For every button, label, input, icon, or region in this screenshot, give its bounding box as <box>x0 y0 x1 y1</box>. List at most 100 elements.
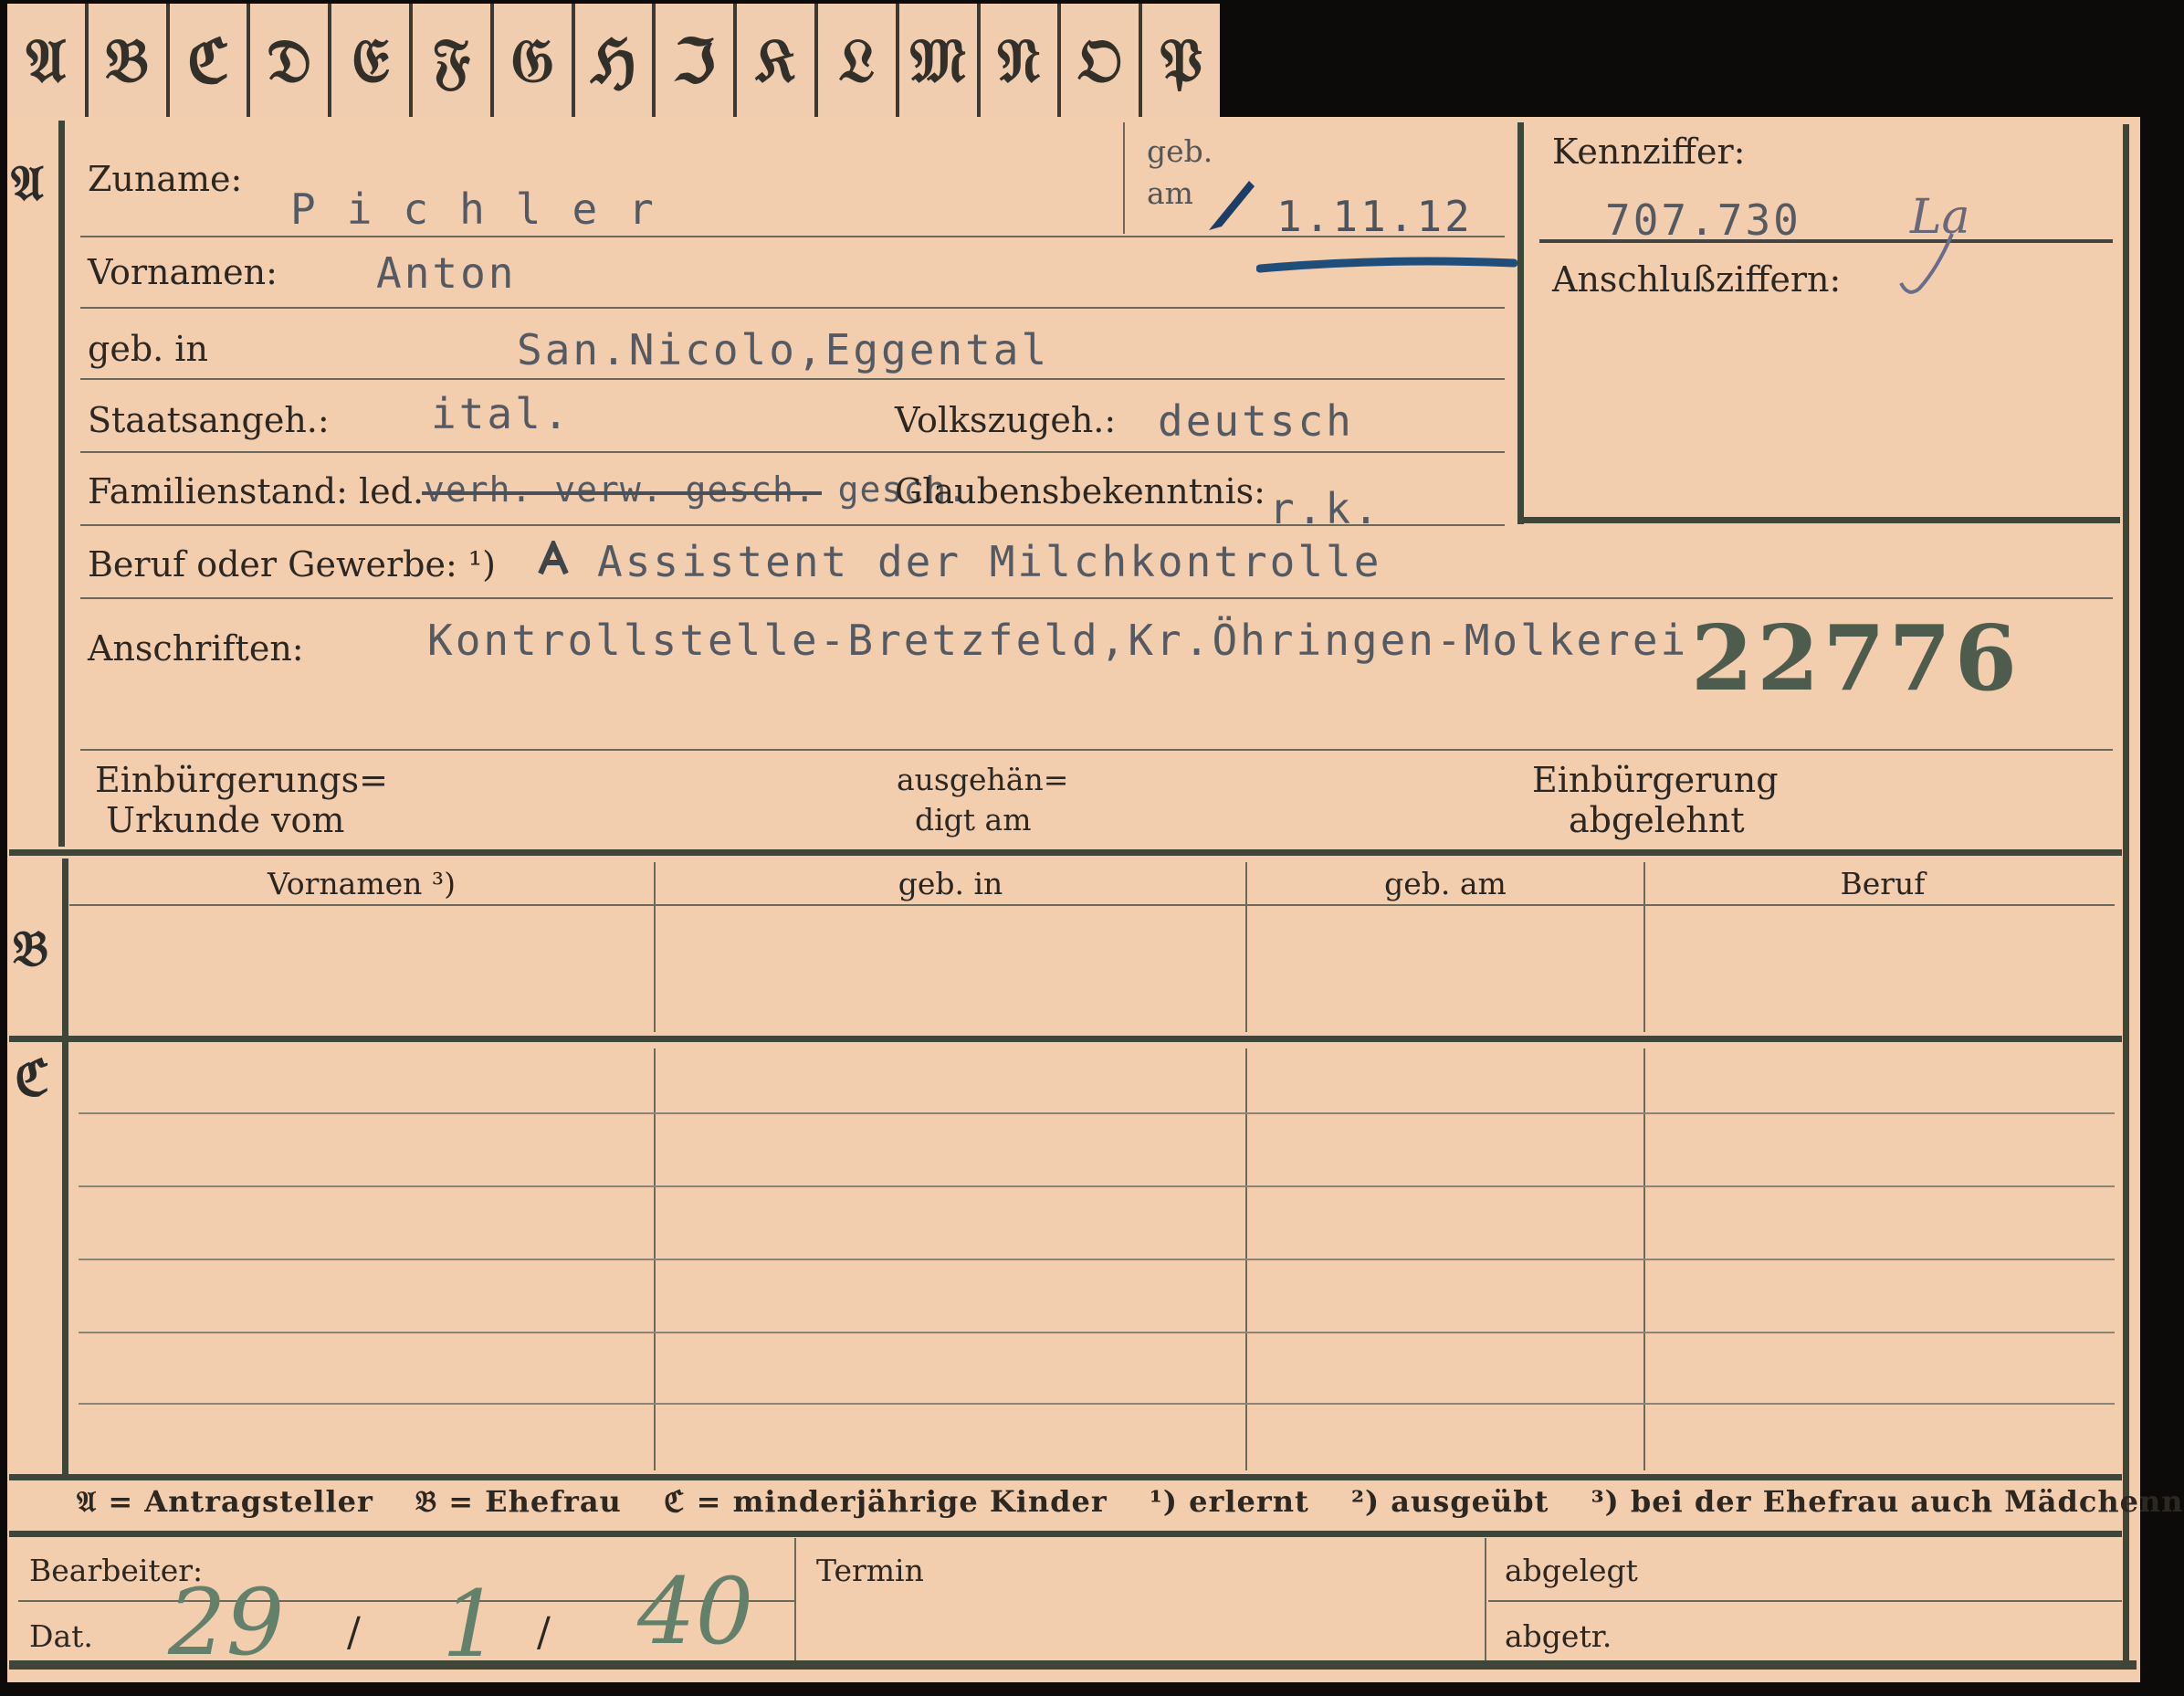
card-bottom-rule <box>9 1660 2137 1670</box>
section-a-bottom-rule <box>9 849 2122 856</box>
anschriften-value[interactable]: Kontrollstelle-Bretzfeld,Kr.Öhringen-Mol… <box>427 616 1688 665</box>
ausgehaendigt-label-1: ausgehän= <box>897 762 1069 797</box>
zuname-value[interactable]: Pichler <box>290 184 685 234</box>
tab-a[interactable]: 𝔄 <box>7 4 89 119</box>
stamp-number: 22776 <box>1691 606 2021 711</box>
dat-month[interactable]: 1 <box>442 1571 500 1678</box>
section-c-bottom-rule <box>9 1474 2122 1480</box>
tab-n[interactable]: 𝔑 <box>981 4 1062 119</box>
geb-am-value[interactable]: 1.11.12 <box>1276 192 1473 241</box>
rule-vornamen <box>80 307 1505 309</box>
volkszugeh-label: Volkszugeh.: <box>895 400 1117 440</box>
tab-f[interactable]: 𝔉 <box>413 4 494 119</box>
kennziffer-box-left <box>1517 122 1524 524</box>
dat-slash-1: / <box>347 1609 361 1656</box>
rule-staatsangeh <box>80 451 1505 453</box>
tab-g[interactable]: 𝔊 <box>494 4 575 119</box>
einb-abgelehnt-label-1: Einbürgerung <box>1532 760 1779 800</box>
section-b-letter: 𝔅 <box>13 919 48 977</box>
zuname-label: Zuname: <box>88 159 243 199</box>
einb-urkunde-label-2: Urkunde vom <box>106 800 345 840</box>
tab-i[interactable]: ℑ <box>656 4 738 119</box>
beruf-value[interactable]: Assistent der Milchkontrolle <box>597 537 1381 586</box>
tab-l[interactable]: 𝔏 <box>818 4 899 119</box>
geb-in-value[interactable]: San.Nicolo,Eggental <box>517 325 1049 374</box>
check-mark-icon <box>1899 233 1954 294</box>
section-c-row-rule-3 <box>79 1259 2115 1260</box>
legend-item-maedchenname: ³) bei der Ehefrau auch Mädchenname <box>1591 1484 2184 1519</box>
col-header-geb-am: geb. am <box>1384 866 1507 901</box>
dat-day[interactable]: 29 <box>168 1569 284 1676</box>
volkszugeh-value[interactable]: deutsch <box>1158 396 1354 446</box>
beruf-label: Beruf oder Gewerbe: ¹) <box>88 544 496 585</box>
glaubens-value[interactable]: r.k. <box>1269 484 1381 533</box>
tab-o[interactable]: 𝔒 <box>1061 4 1143 119</box>
tab-m[interactable]: 𝔐 <box>899 4 981 119</box>
abgelegt-label: abgelegt <box>1505 1553 1638 1588</box>
tab-c[interactable]: ℭ <box>170 4 251 119</box>
section-bc-left-rule <box>62 859 68 1478</box>
tab-h[interactable]: ℌ <box>575 4 656 119</box>
geb-am-label-2: am <box>1147 175 1193 211</box>
registration-card: 𝔄 𝔅 ℭ 𝔇 𝔈 𝔉 𝔊 ℌ ℑ 𝔎 𝔏 𝔐 𝔑 𝔒 𝔓 𝔄 𝔅 ℭ Zuna… <box>0 0 2184 1696</box>
footer-col-rule-1 <box>794 1538 796 1660</box>
legend-item-erlernt: ¹) erlernt <box>1149 1484 1309 1519</box>
rule-geb-in <box>80 378 1505 380</box>
tab-d[interactable]: 𝔇 <box>250 4 332 119</box>
rule-beruf <box>80 597 2113 599</box>
legend-item-ehefrau: 𝔅 = Ehefrau <box>415 1484 622 1519</box>
tab-e[interactable]: 𝔈 <box>331 4 413 119</box>
kennziffer-label: Kennziffer: <box>1552 132 1746 172</box>
alphabet-tab-strip: 𝔄 𝔅 ℭ 𝔇 𝔈 𝔉 𝔊 ℌ ℑ 𝔎 𝔏 𝔐 𝔑 𝔒 𝔓 <box>7 4 1220 123</box>
termin-label: Termin <box>816 1553 924 1588</box>
legend: 𝔄 = Antragsteller 𝔅 = Ehefrau ℭ = minder… <box>77 1484 2184 1520</box>
col-header-vornamen: Vornamen ³) <box>267 866 457 901</box>
glaubens-label: Glaubensbekenntnis: <box>895 471 1265 511</box>
section-a-letter: 𝔄 <box>11 153 44 212</box>
section-c-letter: ℭ <box>15 1048 49 1107</box>
section-c-row-rule-1 <box>79 1112 2115 1114</box>
staatsangeh-value[interactable]: ital. <box>431 389 571 438</box>
blue-pencil-underline-icon <box>1256 257 1517 273</box>
familienstand-strikethrough <box>422 491 822 495</box>
dat-label: Dat. <box>29 1618 93 1654</box>
tab-b[interactable]: 𝔅 <box>89 4 170 119</box>
familienstand-value-struck[interactable]: verh. verw. gesch. gesch. <box>424 469 969 510</box>
dat-year[interactable]: 40 <box>637 1558 753 1665</box>
dat-slash-2: / <box>537 1609 551 1656</box>
legend-item-antragsteller: 𝔄 = Antragsteller <box>77 1484 373 1519</box>
footer-col-rule-2 <box>1485 1538 1486 1660</box>
section-b-bottom-rule <box>9 1036 2122 1042</box>
card-right-rule <box>2123 124 2129 1668</box>
struck-letter-icon <box>538 541 569 575</box>
col-header-geb-in: geb. in <box>898 866 1003 901</box>
einb-abgelehnt-label-2: abgelehnt <box>1569 800 1745 840</box>
ausgehaendigt-label-2: digt am <box>915 802 1032 837</box>
section-c-row-rule-4 <box>79 1332 2115 1333</box>
footer-abgelegt-rule <box>1488 1600 2122 1602</box>
kennziffer-box-bottom <box>1517 517 2120 523</box>
section-b-header-rule <box>69 904 2115 906</box>
section-c-row-rule-5 <box>79 1403 2115 1405</box>
legend-bottom-rule <box>9 1531 2122 1537</box>
geb-in-label: geb. in <box>88 329 208 369</box>
section-c-row-rule-2 <box>79 1185 2115 1187</box>
staatsangeh-label: Staatsangeh.: <box>88 400 330 440</box>
kennziffer-value[interactable]: 707.730 <box>1605 195 1801 245</box>
vornamen-label: Vornamen: <box>88 252 278 292</box>
anschlussziffern-label: Anschlußziffern: <box>1552 259 1842 300</box>
section-a-left-rule <box>58 121 65 847</box>
einb-urkunde-label-1: Einbürgerungs= <box>95 760 388 800</box>
anschriften-label: Anschriften: <box>88 628 304 669</box>
col-header-beruf: Beruf <box>1840 866 1926 901</box>
legend-item-kinder: ℭ = minderjährige Kinder <box>663 1484 1108 1519</box>
abgetr-label: abgetr. <box>1505 1618 1612 1654</box>
legend-item-ausgeuebt: ²) ausgeübt <box>1350 1484 1549 1519</box>
rule-anschriften <box>80 749 2113 751</box>
rule-geb-am-divider <box>1123 122 1125 234</box>
tab-k[interactable]: 𝔎 <box>737 4 818 119</box>
tab-p[interactable]: 𝔓 <box>1142 4 1220 119</box>
familienstand-label: Familienstand: led. <box>88 471 425 511</box>
geb-am-label-1: geb. <box>1147 133 1213 169</box>
vornamen-value[interactable]: Anton <box>376 248 516 298</box>
